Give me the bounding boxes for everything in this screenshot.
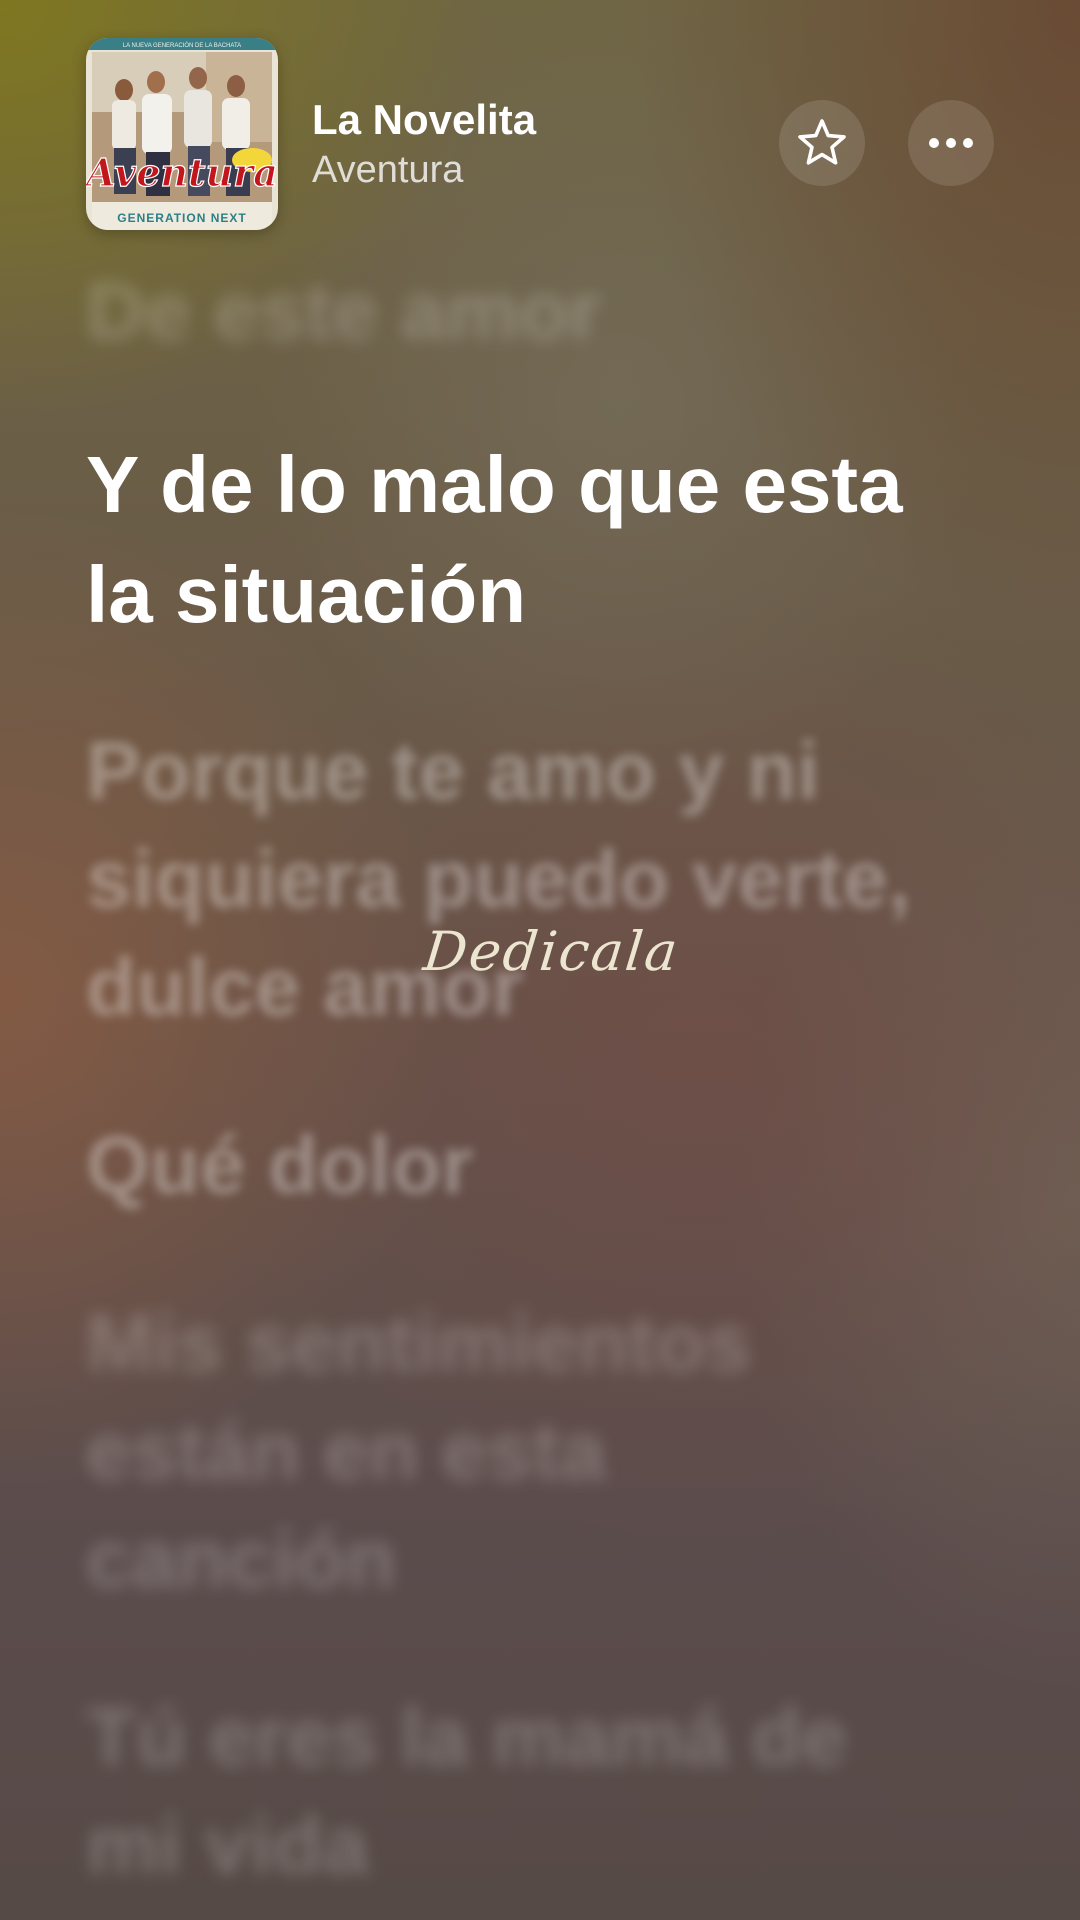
lyric-line-upcoming[interactable]: Qué dolor <box>86 1112 1006 1220</box>
album-artwork[interactable]: LA NUEVA GENERACIÓN DE LA BACHATA Aventu… <box>86 38 278 230</box>
album-subtitle: GENERATION NEXT <box>117 211 246 225</box>
dedication-watermark: Dedicala <box>420 920 683 983</box>
star-outline-icon <box>798 119 846 165</box>
now-playing-header: LA NUEVA GENERACIÓN DE LA BACHATA Aventu… <box>86 38 994 230</box>
favorite-button[interactable] <box>779 100 865 186</box>
track-artist[interactable]: Aventura <box>312 146 536 194</box>
track-title: La Novelita <box>312 96 537 143</box>
lyric-line-upcoming[interactable]: Porque te amo y ni siquiera puedo verte,… <box>86 718 1006 1042</box>
lyric-line-previous[interactable]: De este amor <box>86 258 1006 366</box>
more-options-button[interactable] <box>908 100 994 186</box>
ellipsis-icon <box>929 138 973 148</box>
album-band-logo: Aventura <box>86 150 278 195</box>
album-banner-text: LA NUEVA GENERACIÓN DE LA BACHATA <box>123 42 241 49</box>
lyric-line-upcoming[interactable]: Mis sentimientos están en esta canción <box>86 1290 1006 1614</box>
lyric-line-current[interactable]: Y de lo malo que esta la situación <box>86 430 1006 650</box>
lyric-line-upcoming[interactable]: Tú eres la mamá de mi vida <box>86 1684 1006 1900</box>
track-info[interactable]: La Novelita Aventura <box>312 94 536 194</box>
album-artwork-image: LA NUEVA GENERACIÓN DE LA BACHATA Aventu… <box>86 38 278 230</box>
